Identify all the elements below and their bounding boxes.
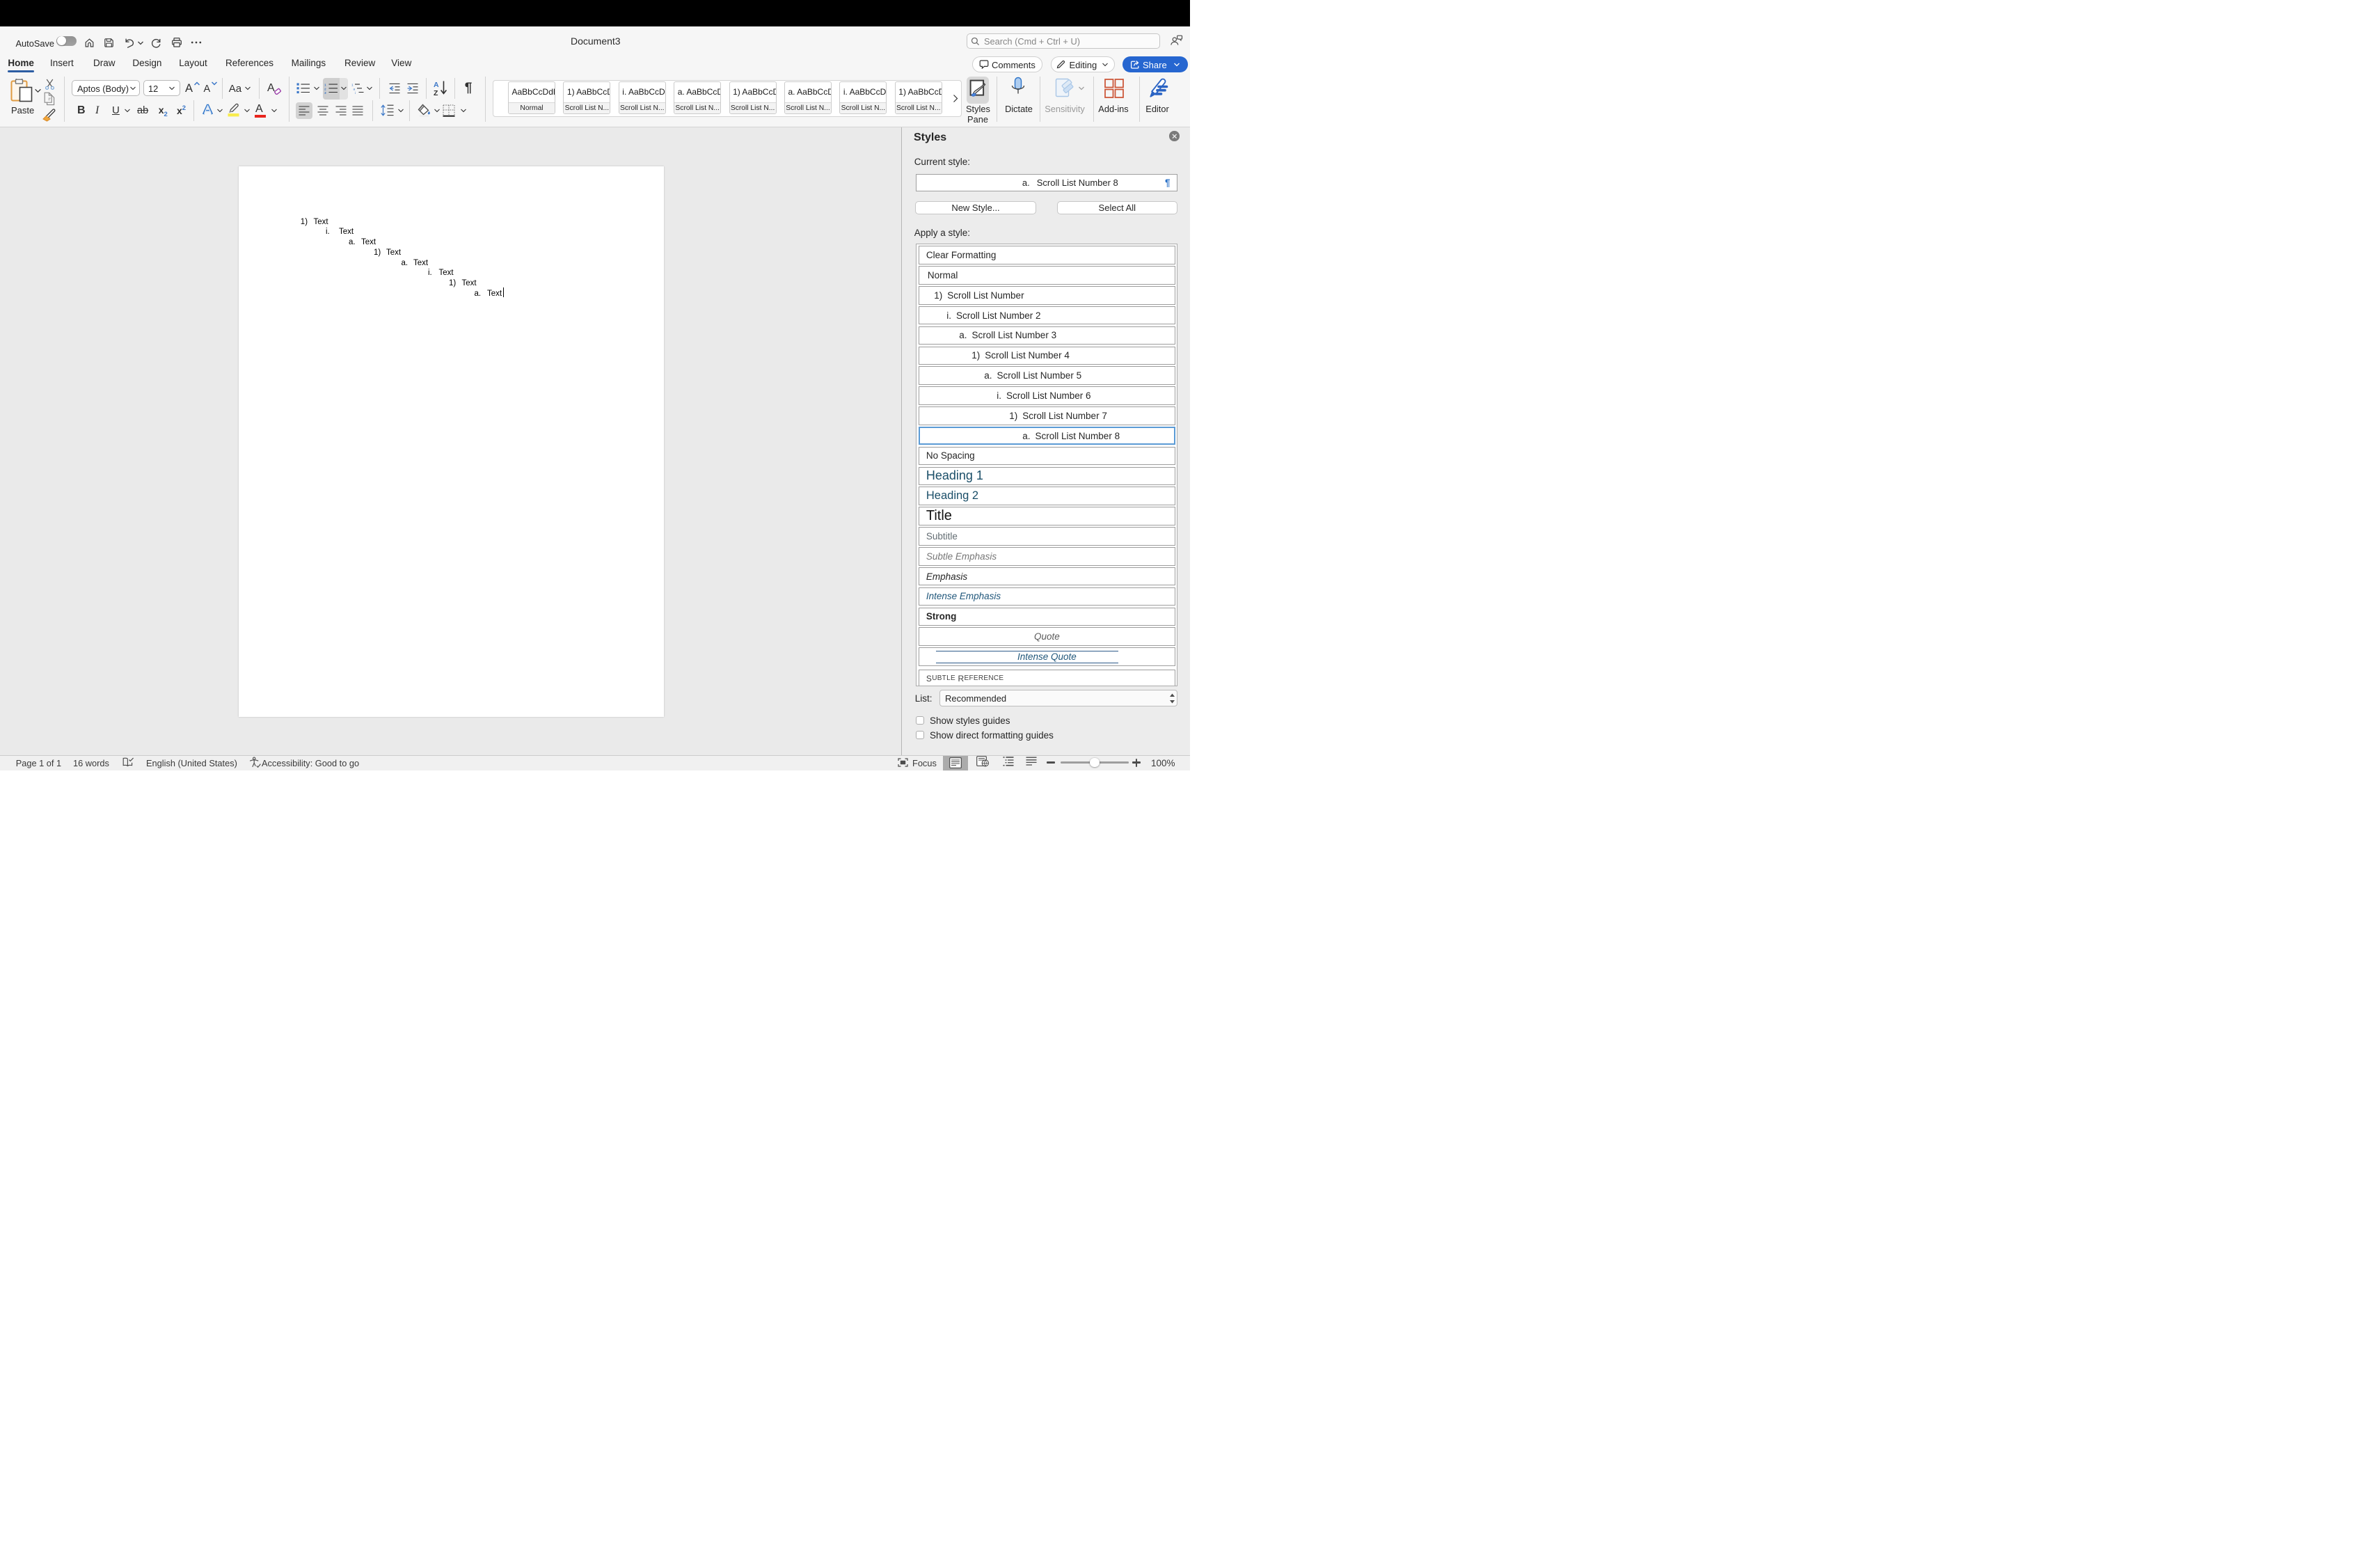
svg-text:2: 2 (324, 87, 326, 91)
svg-text:i: i (355, 91, 356, 94)
svg-text:1: 1 (351, 84, 354, 88)
svg-text:1: 1 (324, 84, 326, 88)
svg-text:a: a (354, 88, 356, 91)
svg-text:3: 3 (324, 91, 326, 94)
svg-text:Z: Z (434, 89, 438, 96)
svg-text:A: A (434, 81, 439, 89)
